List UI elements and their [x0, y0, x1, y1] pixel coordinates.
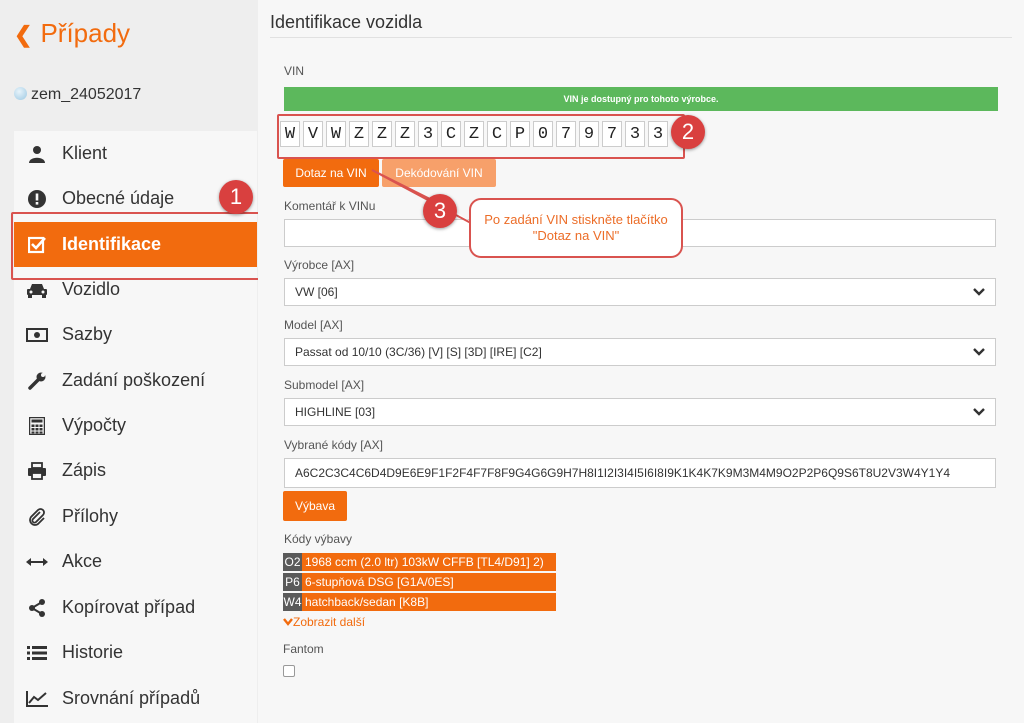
- instruction-tooltip: Po zadání VIN stiskněte tlačítko "Dotaz …: [469, 198, 683, 258]
- callout-pointer: [371, 169, 483, 230]
- annotation-badge-3: 3: [423, 194, 457, 228]
